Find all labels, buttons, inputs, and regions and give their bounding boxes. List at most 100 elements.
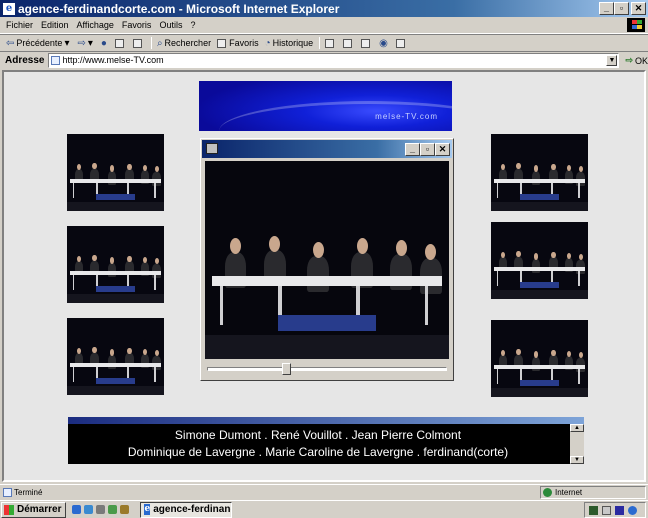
video-player-window[interactable]: _ ▫ ✕: [200, 138, 454, 381]
menu-item-favoris[interactable]: Favoris: [122, 20, 152, 30]
stage-leg: [219, 285, 224, 326]
stage-floor: [67, 385, 164, 395]
video-thumbnail[interactable]: [67, 226, 164, 303]
outlook-quicklaunch-icon[interactable]: [84, 505, 94, 514]
stage-banner-sm: [96, 194, 135, 201]
start-label: Démarrer: [17, 504, 62, 515]
taskbar-ie-window-button[interactable]: e agence-ferdinandcorte...: [140, 501, 233, 518]
mail-icon: [325, 38, 335, 48]
forward-dropdown-icon[interactable]: ▾: [88, 38, 93, 49]
back-dropdown-icon[interactable]: ▾: [64, 38, 69, 49]
app-quicklaunch-icon[interactable]: [120, 505, 130, 514]
menu-item-help[interactable]: ?: [190, 20, 195, 30]
address-bar: Adresse http://www.melse-TV.com ▼ ⇨ OK: [0, 52, 648, 69]
stage-banner-sm: [520, 194, 559, 201]
media-quicklaunch-icon[interactable]: [108, 505, 118, 514]
back-button[interactable]: ⇦ Précédente ▾: [6, 38, 71, 49]
discuss-icon: ◉: [379, 37, 388, 49]
player-title-bar[interactable]: _ ▫ ✕: [202, 140, 452, 158]
panelist: [307, 241, 330, 292]
standard-toolbar: ⇦ Précédente ▾ ⇨ ▾ ● ⌕ Rechercher Favori…: [0, 34, 648, 52]
history-button[interactable]: ◔ Historique: [265, 38, 314, 49]
desktop-quicklaunch-icon[interactable]: [96, 505, 106, 514]
stage-table: [493, 364, 586, 369]
stage-leg: [424, 285, 429, 326]
stage-table: [69, 362, 162, 367]
credits-line-1: Simone Dumont . René Vouillot . Jean Pie…: [174, 428, 462, 442]
page-viewport[interactable]: melse-TV.com _ ▫ ✕ Simone Dumont . René …: [2, 70, 646, 482]
forward-button[interactable]: ⇨ ▾: [77, 38, 94, 49]
minimize-button[interactable]: _: [599, 2, 614, 15]
task-label: agence-ferdinandcorte...: [153, 504, 231, 515]
video-frame[interactable]: [205, 161, 449, 359]
address-url: http://www.melse-TV.com: [62, 55, 164, 65]
go-button[interactable]: ⇨ OK: [625, 55, 648, 66]
messenger-icon: [395, 38, 405, 48]
favorites-icon: [217, 38, 227, 48]
home-button[interactable]: [132, 38, 145, 48]
stage-floor: [67, 201, 164, 211]
credits-line-2: Dominique de Lavergne . Marie Caroline d…: [127, 445, 509, 459]
stage-floor: [67, 293, 164, 303]
update-tray-icon[interactable]: [628, 505, 637, 515]
windows-logo-icon: [627, 18, 645, 32]
player-minimize-button[interactable]: _: [405, 143, 420, 156]
stage-leg: [578, 368, 580, 384]
stage-table: [69, 270, 162, 275]
edit-button[interactable]: [361, 38, 373, 48]
video-thumbnail[interactable]: [67, 134, 164, 211]
stage-leg: [72, 182, 75, 198]
video-thumbnail[interactable]: [67, 318, 164, 395]
refresh-button[interactable]: [114, 38, 127, 48]
stage-banner-sm: [96, 286, 135, 293]
address-input[interactable]: http://www.melse-TV.com ▼: [48, 53, 620, 68]
mail-button[interactable]: [325, 38, 337, 48]
window-title-bar[interactable]: e agence-ferdinandcorte.com - Microsoft …: [0, 0, 648, 17]
close-button[interactable]: ✕: [631, 2, 646, 15]
messenger-button[interactable]: [395, 38, 408, 48]
stage-leg: [154, 182, 156, 198]
scroll-up-icon[interactable]: ▲: [570, 424, 584, 432]
menu-item-fichier[interactable]: Fichier: [6, 20, 33, 30]
home-icon: [132, 38, 142, 48]
ie-quicklaunch-icon[interactable]: [72, 505, 82, 514]
video-thumbnail[interactable]: [491, 222, 588, 299]
discuss-button[interactable]: ◉: [379, 38, 390, 49]
melse-tv-banner[interactable]: melse-TV.com: [199, 81, 452, 131]
video-thumbnail[interactable]: [491, 320, 588, 397]
menu-item-affichage[interactable]: Affichage: [77, 20, 114, 30]
player-close-button[interactable]: ✕: [435, 143, 450, 156]
volume-tray-icon[interactable]: [602, 505, 611, 515]
start-button[interactable]: Démarrer: [1, 501, 67, 518]
print-button[interactable]: [343, 38, 355, 48]
credits-scrollbar[interactable]: ▲ ▼: [570, 424, 584, 464]
banner-logo-text: melse-TV.com: [375, 112, 438, 121]
menu-item-outils[interactable]: Outils: [159, 20, 182, 30]
stop-button[interactable]: ●: [101, 38, 109, 49]
stage-banner-sm: [520, 380, 559, 387]
stage-floor: [491, 387, 588, 397]
back-label: Précédente: [16, 38, 63, 48]
favorites-button[interactable]: Favoris: [217, 38, 259, 48]
address-dropdown-icon[interactable]: ▼: [606, 55, 618, 66]
player-maximize-button[interactable]: ▫: [420, 143, 435, 156]
stage-table: [69, 178, 162, 183]
video-thumbnail[interactable]: [491, 134, 588, 211]
stage-table: [212, 275, 442, 286]
stage-floor: [205, 335, 449, 359]
stage-leg: [496, 270, 499, 286]
scroll-down-icon[interactable]: ▼: [570, 456, 584, 464]
tray-icon[interactable]: [615, 505, 624, 515]
maximize-button[interactable]: ▫: [614, 2, 629, 15]
stage-banner-sm: [278, 315, 376, 332]
seek-knob[interactable]: [282, 363, 292, 375]
stage-floor: [491, 201, 588, 211]
status-text: Terminé: [14, 488, 43, 497]
menu-item-edition[interactable]: Edition: [41, 20, 69, 30]
window-title: agence-ferdinandcorte.com - Microsoft In…: [18, 1, 340, 16]
stage-leg: [578, 182, 580, 198]
seek-bar[interactable]: [207, 367, 447, 371]
search-label: Rechercher: [164, 38, 212, 48]
search-button[interactable]: ⌕ Rechercher: [157, 38, 211, 49]
network-tray-icon[interactable]: [589, 505, 598, 515]
